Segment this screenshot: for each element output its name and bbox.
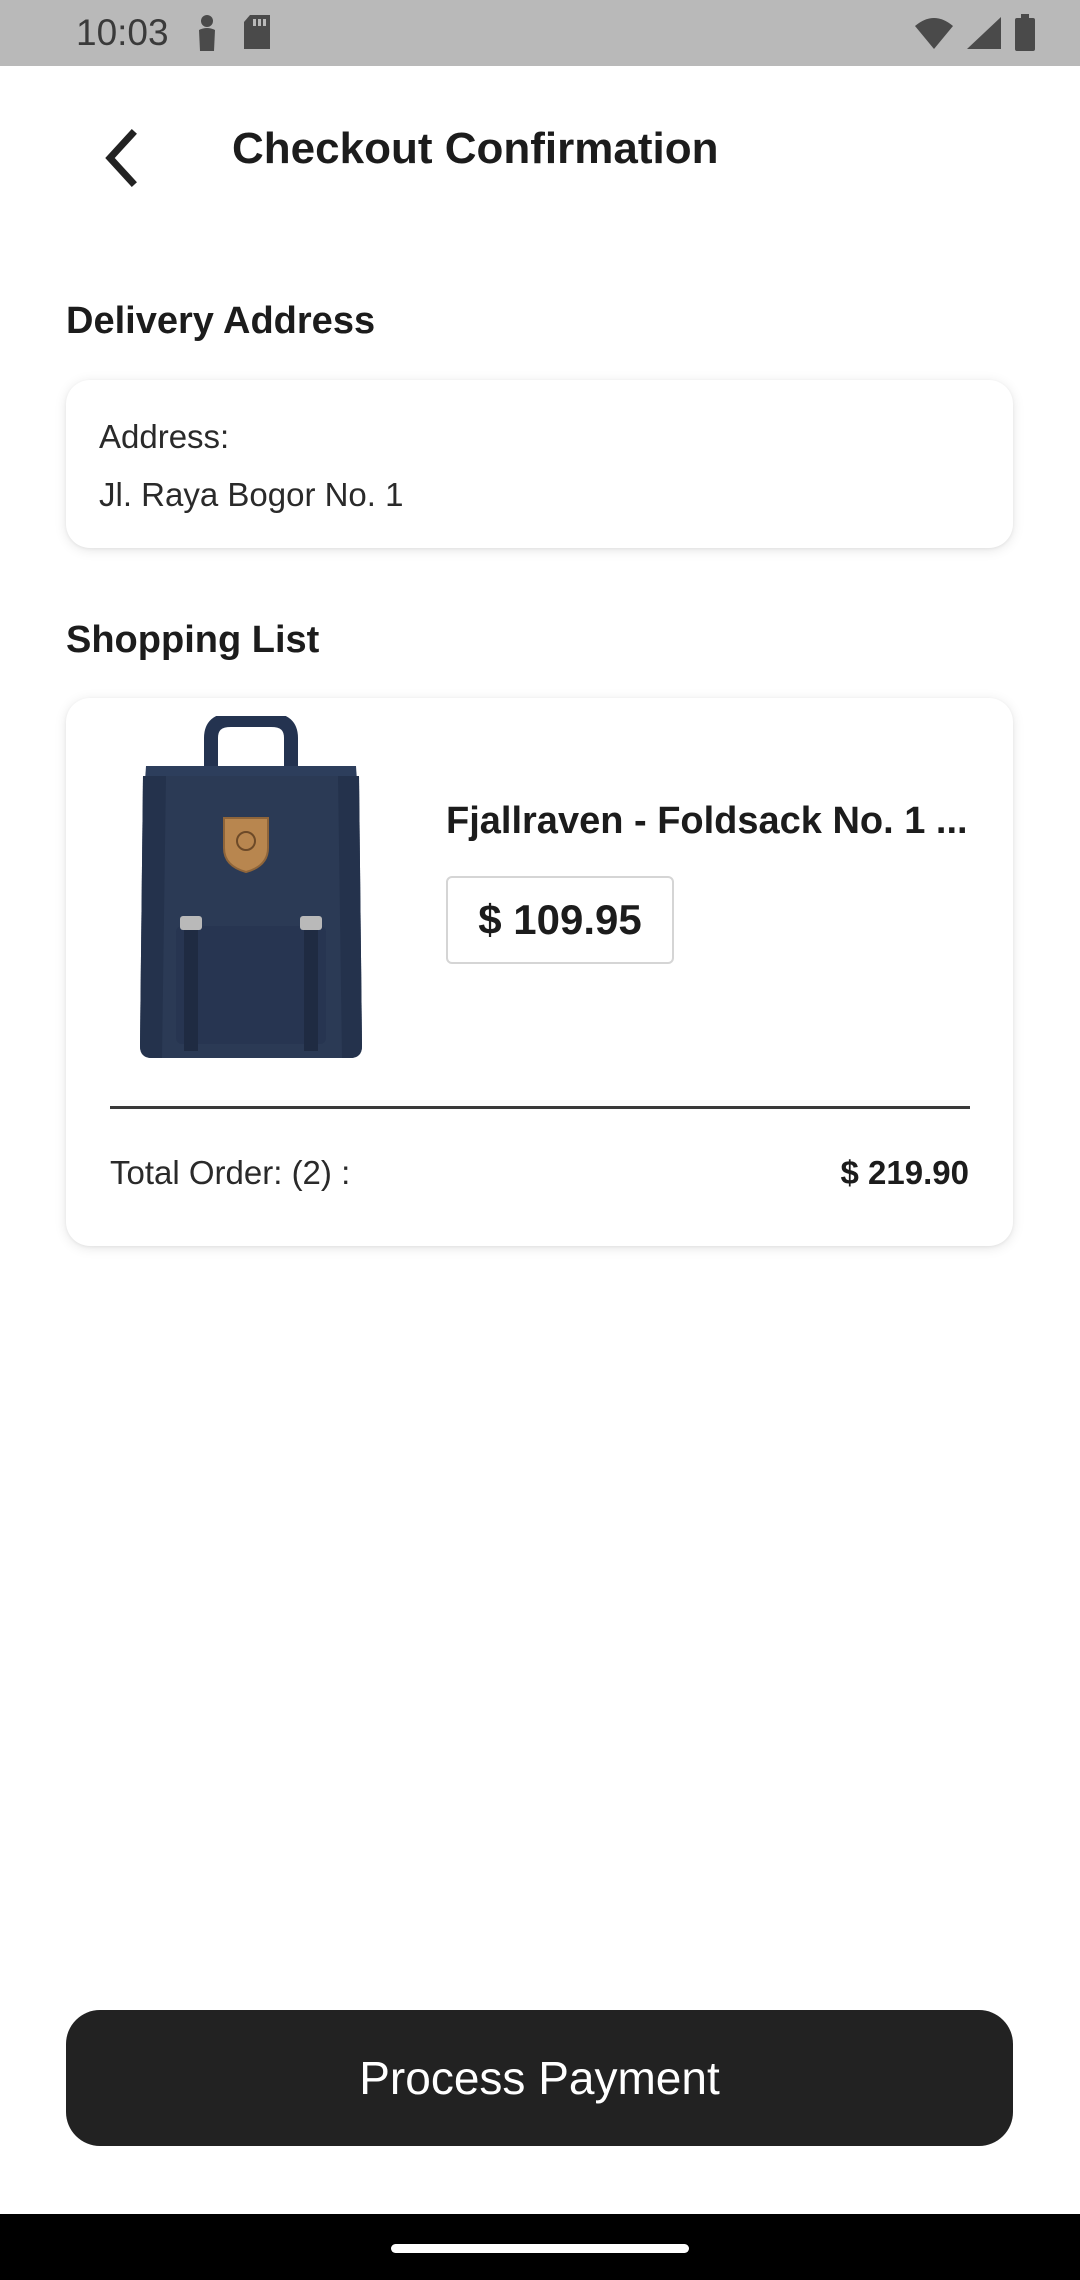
status-left-icons [194,14,272,57]
screen: 10:03 Checkout Confirmation Delivery Add… [0,0,1080,2280]
address-label: Address: [99,418,230,455]
back-arrow-icon [98,128,142,193]
navigation-bar [0,2214,1080,2280]
address-card: Address: Jl. Raya Bogor No. 1 [66,380,1013,548]
signal-icon [966,16,1002,55]
total-order-label: Total Order: (2) : [110,1154,351,1191]
backpack-image [116,713,386,1066]
page-title: Checkout Confirmation [232,124,719,173]
delivery-section-title: Delivery Address [66,300,376,342]
status-bar: 10:03 [0,0,1080,66]
wifi-icon [914,16,954,55]
address-value: Jl. Raya Bogor No. 1 [99,476,404,513]
process-payment-button[interactable]: Process Payment [66,2010,1013,2146]
status-time: 10:03 [76,12,169,53]
status-right-icons [914,14,1036,57]
person-icon [194,14,220,57]
product-name[interactable]: Fjallraven - Foldsack No. 1 ... [446,800,1002,843]
total-order-value: $ 219.90 [840,1154,969,1191]
sd-card-icon [242,14,272,57]
shopping-section-title: Shopping List [66,619,320,661]
home-indicator[interactable] [391,2244,689,2253]
shopping-card: Fjallraven - Foldsack No. 1 ... $ 109.95… [66,698,1013,1246]
header: Checkout Confirmation [0,66,1080,241]
back-button[interactable] [78,118,162,202]
battery-icon [1014,14,1036,57]
divider [110,1106,970,1109]
product-price: $ 109.95 [446,876,674,964]
